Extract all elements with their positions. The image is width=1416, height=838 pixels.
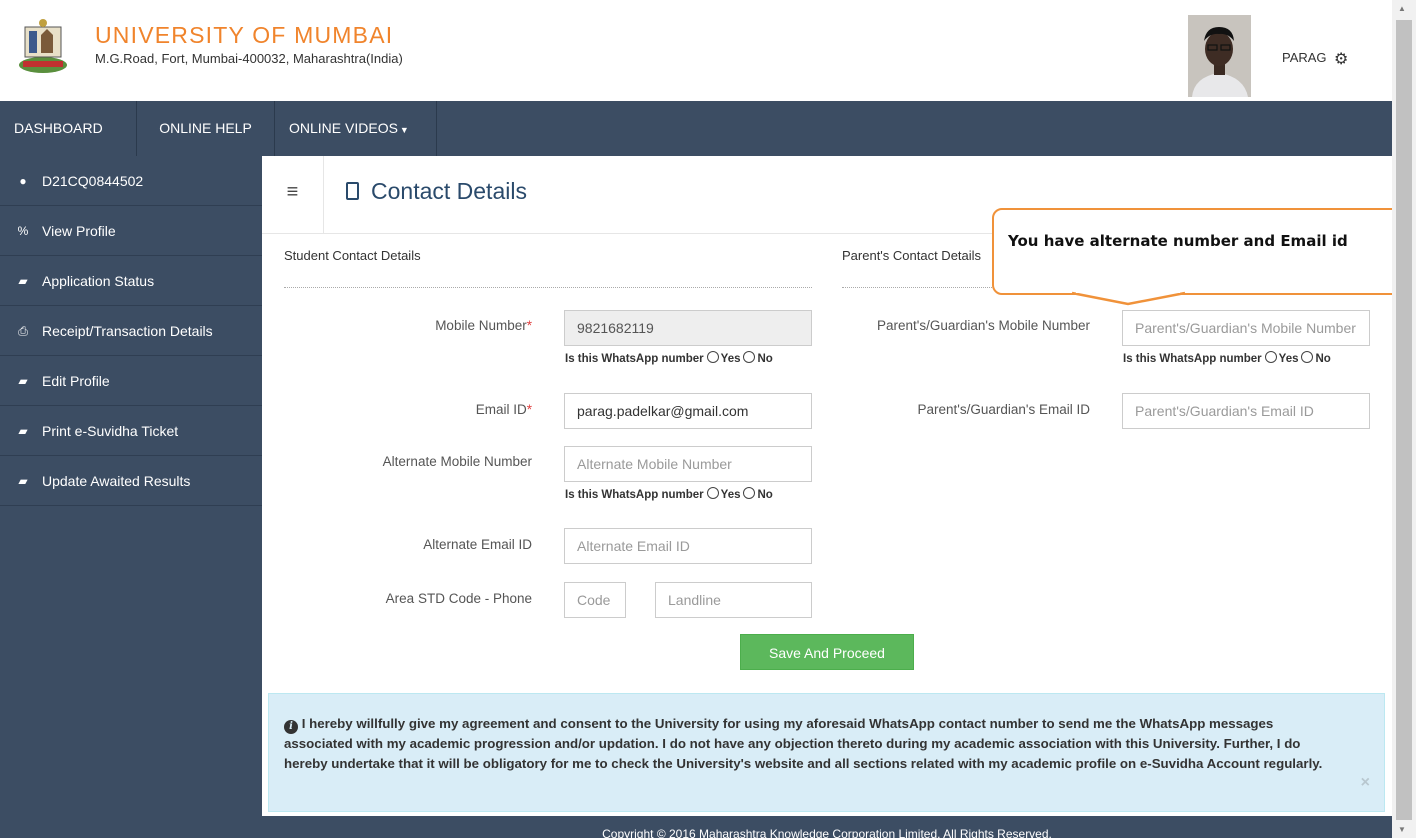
whatsapp-no-radio[interactable]	[743, 351, 756, 363]
whatsapp-yes-radio[interactable]	[1264, 351, 1277, 363]
consent-text: i I hereby willfully give my agreement a…	[284, 716, 1323, 771]
mobile-phone-icon	[346, 182, 359, 200]
divider	[284, 287, 812, 288]
alt-email-input[interactable]	[564, 528, 812, 564]
nav-online-videos[interactable]: ONLINE VIDEOS ▼	[275, 101, 437, 156]
sidebar: ● D21CQ0844502 % View Profile ▰ Applicat…	[0, 156, 262, 838]
alt-mobile-label: Alternate Mobile Number	[382, 454, 532, 469]
annotation-callout: You have alternate number and Email id	[992, 208, 1416, 295]
whatsapp-yes-radio[interactable]	[706, 351, 719, 363]
mobile-number-input[interactable]	[564, 310, 812, 346]
whatsapp-consent-alert: i I hereby willfully give my agreement a…	[268, 693, 1385, 812]
user-name[interactable]: PARAG	[1282, 50, 1327, 65]
link-icon: %	[17, 223, 29, 238]
university-address: M.G.Road, Fort, Mumbai-400032, Maharasht…	[95, 51, 403, 66]
page-title: Contact Details	[346, 178, 527, 205]
email-label: Email ID*	[475, 402, 532, 417]
mobile-number-label: Mobile Number*	[435, 318, 532, 333]
scroll-up-icon[interactable]: ▲	[1398, 4, 1406, 13]
alt-mobile-input[interactable]	[564, 446, 812, 482]
sidebar-item-receipt[interactable]: ⎙ Receipt/Transaction Details	[0, 306, 262, 356]
landline-input[interactable]	[655, 582, 812, 618]
parent-mobile-input[interactable]	[1122, 310, 1370, 346]
email-input[interactable]	[564, 393, 812, 429]
folder-icon: ▰	[18, 373, 28, 388]
app-header: UNIVERSITY OF MUMBAI M.G.Road, Fort, Mum…	[0, 0, 1392, 101]
print-icon: ⎙	[18, 323, 28, 338]
parent-email-input[interactable]	[1122, 393, 1370, 429]
university-name: UNIVERSITY OF MUMBAI	[95, 22, 394, 48]
user-icon: ●	[19, 173, 27, 188]
settings-gear-icon[interactable]: ⚙	[1334, 49, 1348, 69]
folder-icon: ▰	[18, 423, 28, 438]
phone-label: Area STD Code - Phone	[385, 591, 532, 606]
university-logo	[19, 19, 67, 73]
sidebar-item-application-status[interactable]: ▰ Application Status	[0, 256, 262, 306]
scrollbar-thumb[interactable]	[1396, 20, 1412, 820]
folder-icon: ▰	[18, 473, 28, 488]
nav-dashboard[interactable]: DASHBOARD	[0, 101, 137, 156]
parent-mobile-label: Parent's/Guardian's Mobile Number	[876, 318, 1090, 333]
annotation-text: You have alternate number and Email id	[1008, 232, 1348, 250]
top-navbar: DASHBOARD ONLINE HELP ONLINE VIDEOS ▼	[0, 101, 1392, 156]
caret-down-icon: ▼	[399, 125, 409, 135]
folder-icon: ▰	[18, 273, 28, 288]
footer-copyright: Copyright © 2016 Maharashtra Knowledge C…	[262, 816, 1392, 838]
whatsapp-option-mobile: Is this WhatsApp number Yes No	[565, 351, 773, 365]
avatar[interactable]	[1188, 15, 1251, 97]
whatsapp-option-alt-mobile: Is this WhatsApp number Yes No	[565, 487, 773, 501]
whatsapp-yes-radio[interactable]	[706, 487, 719, 499]
close-icon[interactable]: ×	[1361, 774, 1370, 792]
callout-pointer	[1071, 290, 1186, 306]
save-and-proceed-button[interactable]: Save And Proceed	[740, 634, 914, 670]
whatsapp-option-parent: Is this WhatsApp number Yes No	[1123, 351, 1331, 365]
std-code-input[interactable]	[564, 582, 626, 618]
whatsapp-no-radio[interactable]	[1301, 351, 1314, 363]
parent-email-label: Parent's/Guardian's Email ID	[917, 402, 1090, 417]
vertical-scrollbar[interactable]: ▲ ▼	[1392, 0, 1416, 838]
sidebar-item-print-ticket[interactable]: ▰ Print e-Suvidha Ticket	[0, 406, 262, 456]
alt-email-label: Alternate Email ID	[423, 537, 532, 552]
sidebar-item-application-id[interactable]: ● D21CQ0844502	[0, 156, 262, 206]
scroll-down-icon[interactable]: ▼	[1398, 825, 1406, 834]
sidebar-item-update-results[interactable]: ▰ Update Awaited Results	[0, 456, 262, 506]
sidebar-item-edit-profile[interactable]: ▰ Edit Profile	[0, 356, 262, 406]
sidebar-item-view-profile[interactable]: % View Profile	[0, 206, 262, 256]
whatsapp-no-radio[interactable]	[743, 487, 756, 499]
menu-toggle-icon[interactable]: ≡	[262, 156, 324, 233]
nav-online-help[interactable]: ONLINE HELP	[137, 101, 275, 156]
parent-section-title: Parent's Contact Details	[842, 248, 982, 263]
student-section-title: Student Contact Details	[284, 248, 421, 263]
info-icon: i	[284, 720, 298, 734]
